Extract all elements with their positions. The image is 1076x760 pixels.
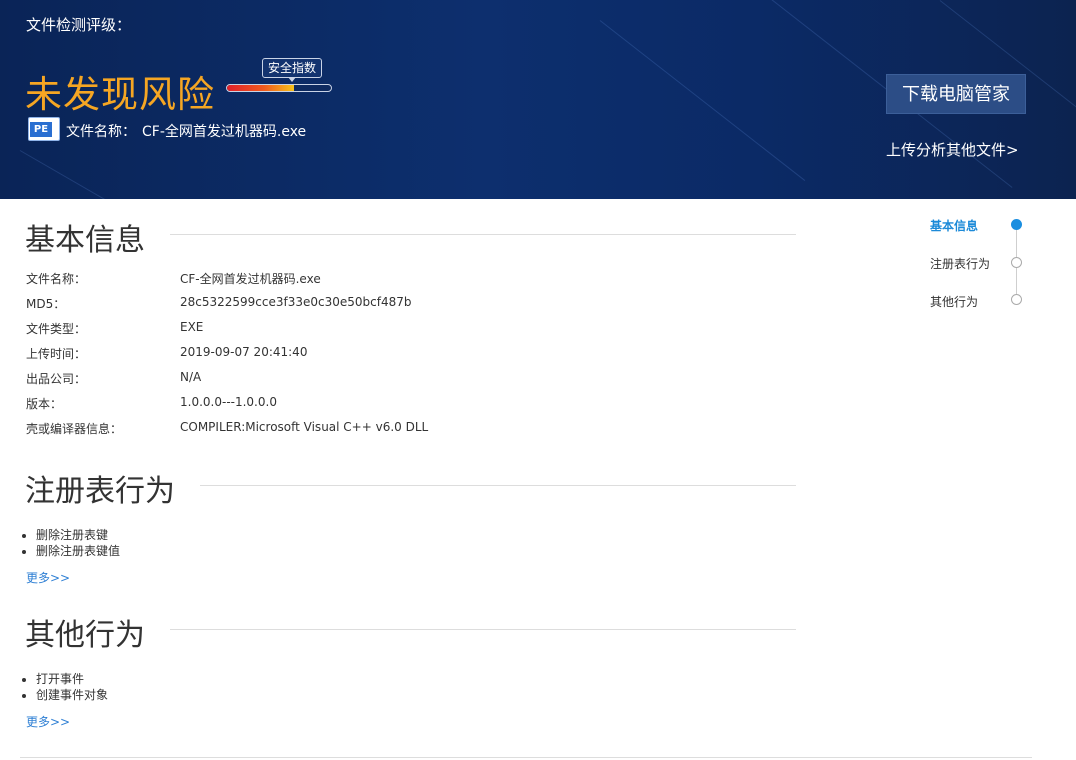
info-key: 文件名称：: [26, 272, 87, 286]
side-nav-basic-info[interactable]: 基本信息: [930, 217, 978, 234]
section-divider: [170, 629, 796, 630]
other-behavior-list: 打开事件 创建事件对象: [36, 671, 108, 703]
file-name-line: 文件名称： CF-全网首发过机器码.exe: [66, 121, 312, 141]
info-value: 1.0.0.0---1.0.0.0: [180, 395, 277, 409]
rating-label: 文件检测评级：: [26, 16, 132, 34]
info-value: CF-全网首发过机器码.exe: [180, 272, 321, 286]
file-name-value: CF-全网首发过机器码.exe: [142, 124, 307, 140]
safety-index-bar: [226, 84, 332, 92]
safety-index-fill: [227, 85, 294, 91]
registry-behavior-list: 删除注册表键 删除注册表键值: [36, 527, 120, 559]
banner-decoration: [19, 150, 125, 199]
info-key: MD5：: [26, 297, 66, 311]
info-value: 2019-09-07 20:41:40: [180, 345, 308, 359]
list-item: 删除注册表键: [36, 527, 120, 543]
file-name-label: 文件名称：: [66, 124, 136, 140]
info-value: COMPILER:Microsoft Visual C++ v6.0 DLL: [180, 420, 429, 434]
section-divider: [200, 485, 796, 486]
pe-file-icon-label: PE: [30, 122, 52, 137]
download-pc-manager-button[interactable]: 下载电脑管家: [886, 74, 1026, 114]
side-nav-dot[interactable]: [1011, 257, 1022, 268]
info-key: 出品公司：: [26, 372, 87, 386]
upload-other-file-link[interactable]: 上传分析其他文件>: [886, 139, 1019, 160]
info-key: 壳或编译器信息：: [26, 422, 123, 436]
footer-divider: [20, 757, 1032, 758]
section-divider: [170, 234, 796, 235]
side-nav-other[interactable]: 其他行为: [930, 293, 978, 310]
other-more-link[interactable]: 更多>>: [26, 713, 70, 730]
side-nav-dot[interactable]: [1011, 219, 1022, 230]
list-item: 删除注册表键值: [36, 543, 120, 559]
info-key: 版本：: [26, 397, 63, 411]
info-value: N/A: [180, 370, 202, 384]
list-item: 创建事件对象: [36, 687, 108, 703]
pe-file-icon: PE: [28, 117, 60, 141]
info-key: 文件类型：: [26, 322, 87, 336]
side-nav-dot[interactable]: [1011, 294, 1022, 305]
list-item: 打开事件: [36, 671, 108, 687]
registry-behavior-title: 注册表行为: [25, 466, 197, 510]
side-nav-registry[interactable]: 注册表行为: [930, 255, 990, 272]
other-behavior-title: 其他行为: [25, 610, 167, 654]
verdict-text: 未发现风险: [25, 73, 215, 116]
header-banner: 文件检测评级： 未发现风险 安全指数 PE 文件名称： CF-全网首发过机器码.e…: [0, 0, 1076, 199]
info-value: 28c5322599cce3f33e0c30e50bcf487b: [180, 295, 412, 309]
basic-info-title: 基本信息: [25, 215, 167, 259]
info-value: EXE: [180, 320, 204, 334]
registry-more-link[interactable]: 更多>>: [26, 569, 70, 586]
info-key: 上传时间：: [26, 347, 87, 361]
banner-decoration: [599, 20, 806, 181]
safety-index-tooltip: 安全指数: [262, 58, 323, 82]
